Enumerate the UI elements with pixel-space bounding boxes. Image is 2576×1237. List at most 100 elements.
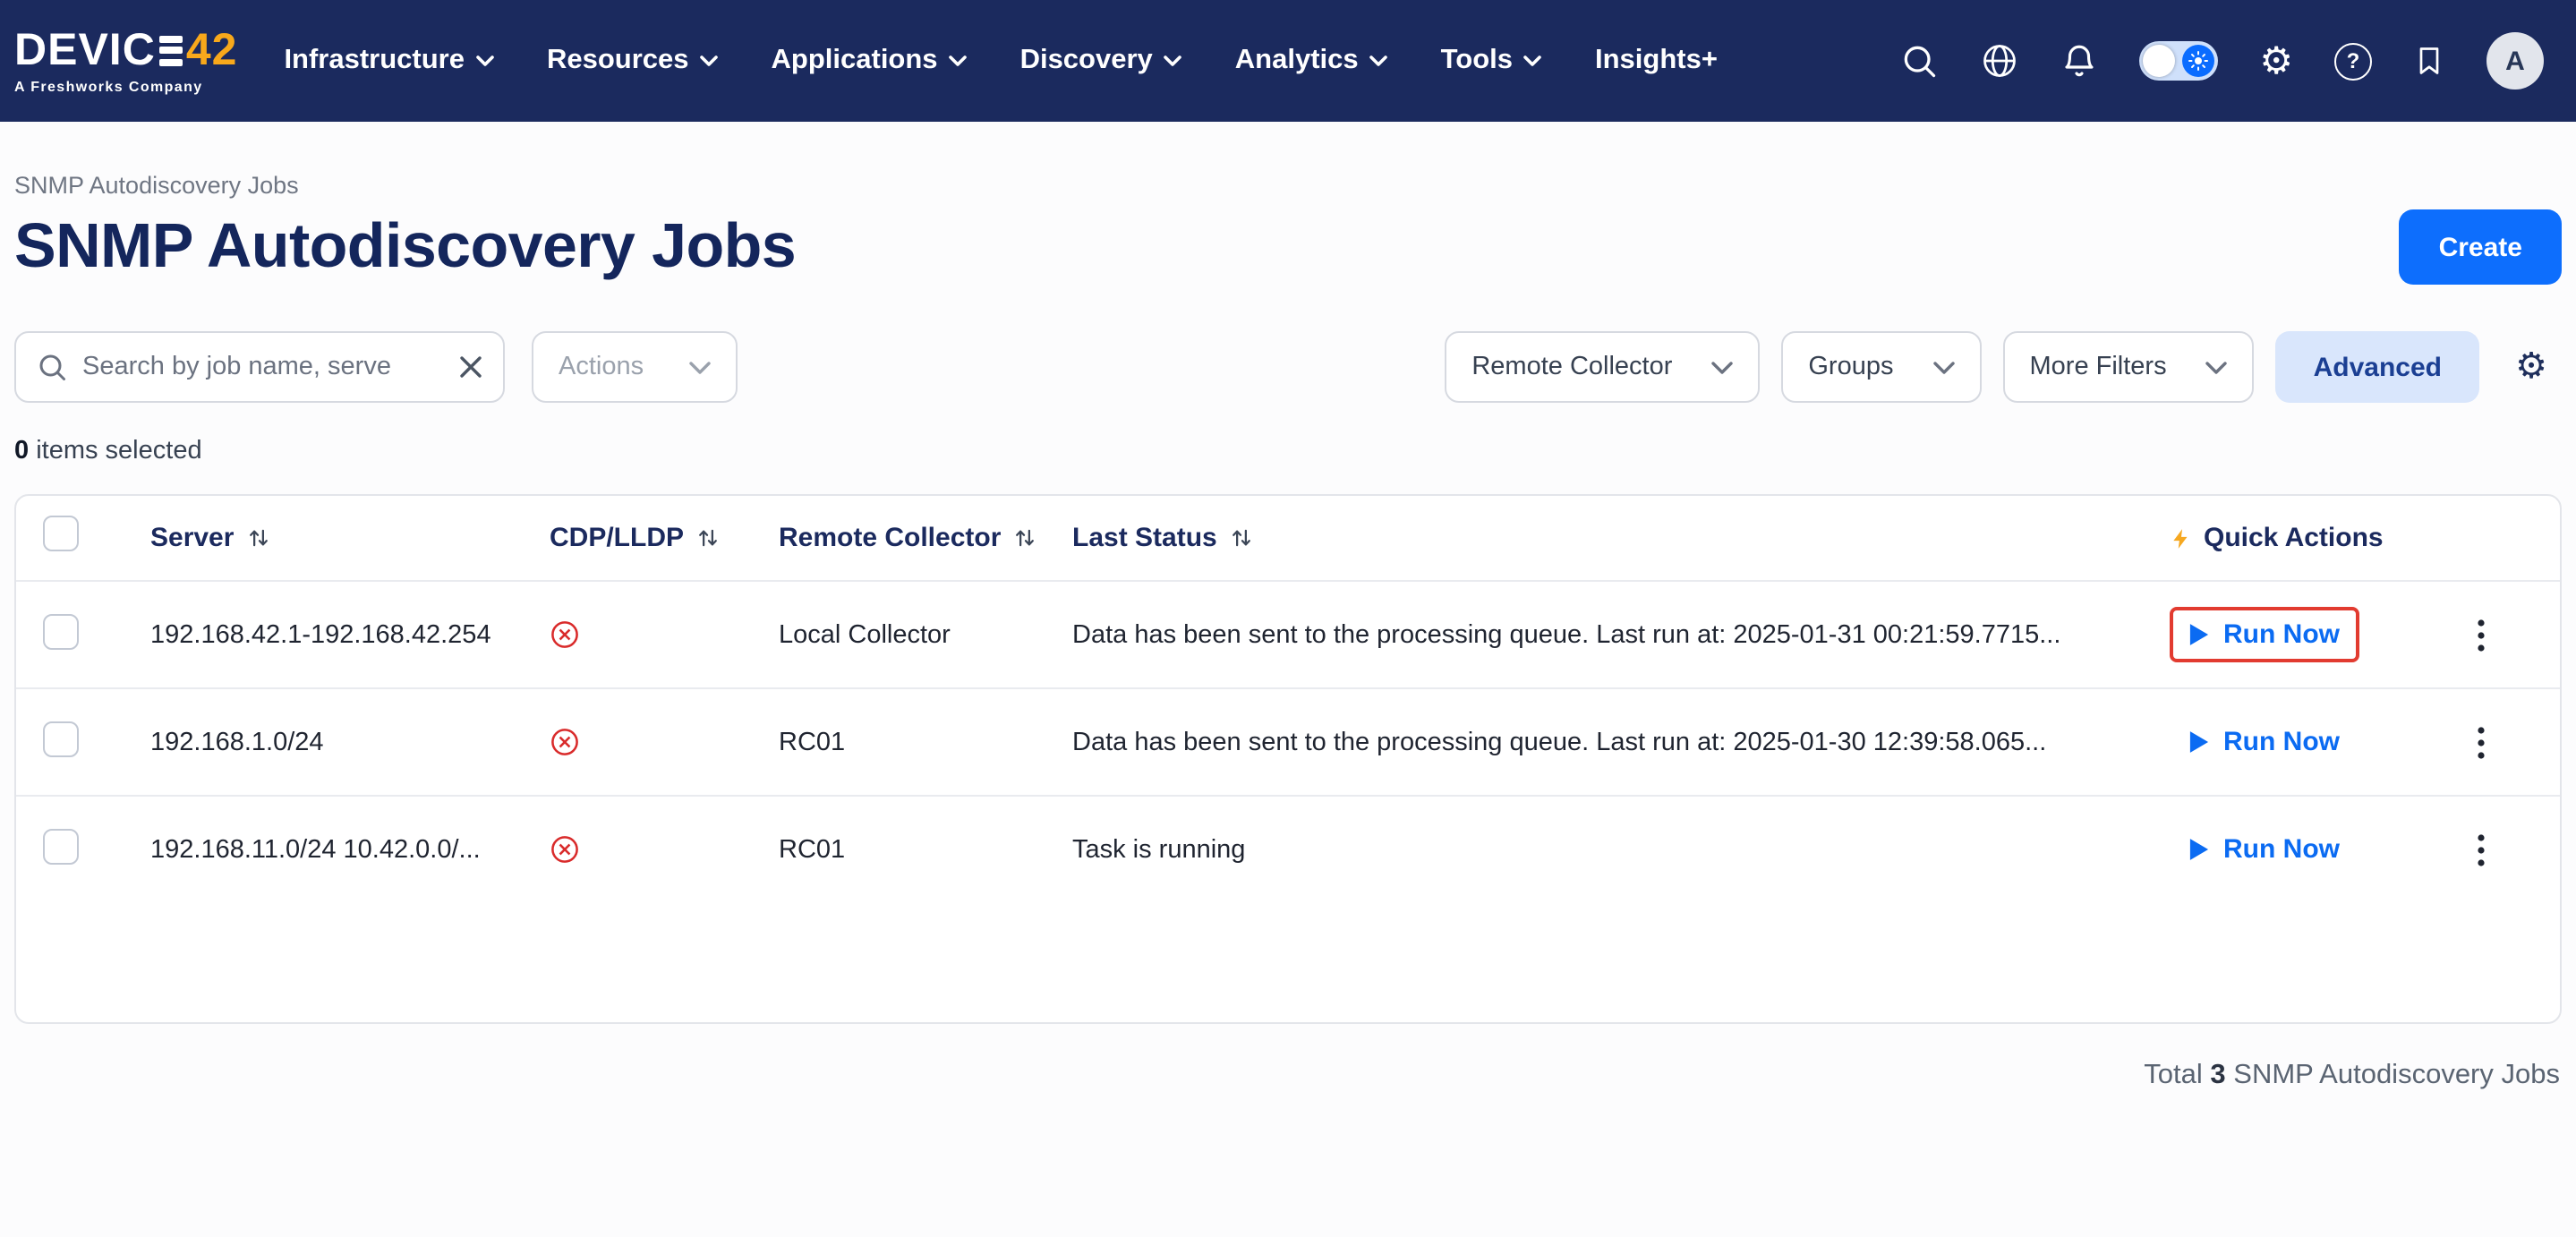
actions-dropdown-label: Actions bbox=[559, 353, 644, 381]
last-status-cell: Task is running bbox=[1072, 835, 2170, 864]
server-cell: 192.168.1.0/24 bbox=[150, 728, 550, 756]
select-all-cell bbox=[43, 516, 150, 560]
nav-utility-icons: ⚙ ? A bbox=[1899, 32, 2544, 90]
page-root: DEVIC 42 A Freshworks Company Infrastruc… bbox=[0, 0, 2576, 1237]
device42-logo[interactable]: DEVIC 42 A Freshworks Company bbox=[14, 28, 237, 94]
column-header-remote-collector[interactable]: Remote Collector bbox=[779, 523, 1072, 553]
nav-item-applications[interactable]: Applications bbox=[772, 45, 967, 77]
run-now-button[interactable]: Run Now bbox=[2170, 607, 2359, 662]
column-header-last-status[interactable]: Last Status bbox=[1072, 523, 2170, 553]
nav-item-insights-plus[interactable]: Insights+ bbox=[1595, 45, 1718, 77]
remote-collector-dropdown[interactable]: Remote Collector bbox=[1445, 331, 1760, 403]
breadcrumb[interactable]: SNMP Autodiscovery Jobs bbox=[14, 172, 2562, 199]
remote-collector-cell: RC01 bbox=[779, 835, 1072, 864]
advanced-button[interactable]: Advanced bbox=[2276, 331, 2479, 403]
run-now-label: Run Now bbox=[2223, 619, 2340, 650]
groups-dropdown[interactable]: Groups bbox=[1781, 331, 1981, 403]
more-filters-dropdown-label: More Filters bbox=[2030, 353, 2167, 381]
sort-icon[interactable] bbox=[1230, 526, 1253, 550]
run-now-label: Run Now bbox=[2223, 727, 2340, 757]
sort-icon[interactable] bbox=[246, 526, 269, 550]
nav-item-infrastructure[interactable]: Infrastructure bbox=[284, 45, 493, 77]
kebab-menu-icon[interactable] bbox=[2456, 610, 2506, 660]
cdp-lldp-cell bbox=[550, 727, 779, 757]
column-header-server[interactable]: Server bbox=[150, 523, 550, 553]
column-header-label: Quick Actions bbox=[2204, 523, 2384, 553]
chevron-down-icon bbox=[689, 361, 711, 373]
create-button[interactable]: Create bbox=[2400, 209, 2562, 285]
server-cell: 192.168.11.0/24 10.42.0.0/... bbox=[150, 835, 550, 864]
remote-collector-cell: Local Collector bbox=[779, 620, 1072, 649]
row-checkbox[interactable] bbox=[43, 613, 79, 649]
row-checkbox[interactable] bbox=[43, 721, 79, 756]
circle-x-disabled-icon bbox=[550, 619, 580, 650]
quick-actions-cell: Run Now bbox=[2170, 822, 2456, 877]
nav-item-discovery[interactable]: Discovery bbox=[1020, 45, 1181, 77]
bookmark-icon[interactable] bbox=[2413, 41, 2445, 81]
cdp-lldp-cell bbox=[550, 834, 779, 865]
column-header-label: Server bbox=[150, 523, 234, 553]
row-select-cell bbox=[43, 828, 150, 871]
run-now-label: Run Now bbox=[2223, 834, 2340, 865]
run-now-button[interactable]: Run Now bbox=[2170, 822, 2359, 877]
nav-item-label: Analytics bbox=[1235, 45, 1359, 77]
actions-dropdown[interactable]: Actions bbox=[532, 331, 738, 403]
more-filters-dropdown[interactable]: More Filters bbox=[2003, 331, 2255, 403]
sort-icon[interactable] bbox=[1013, 526, 1036, 550]
last-status-cell: Data has been sent to the processing que… bbox=[1072, 620, 2170, 649]
cdp-lldp-cell bbox=[550, 619, 779, 650]
theme-toggle-knob-icon bbox=[2143, 45, 2175, 77]
top-navigation-bar: DEVIC 42 A Freshworks Company Infrastruc… bbox=[0, 0, 2576, 122]
kebab-menu-icon[interactable] bbox=[2456, 717, 2506, 767]
globe-icon[interactable] bbox=[1980, 41, 2019, 81]
nav-item-label: Applications bbox=[772, 45, 938, 77]
column-header-label: Last Status bbox=[1072, 523, 1217, 553]
nav-item-label: Insights+ bbox=[1595, 45, 1718, 77]
user-avatar[interactable]: A bbox=[2486, 32, 2544, 90]
search-icon[interactable] bbox=[1899, 41, 1939, 81]
last-status-cell: Data has been sent to the processing que… bbox=[1072, 728, 2170, 756]
table-row: 192.168.42.1-192.168.42.254 Local Collec… bbox=[16, 580, 2560, 687]
total-count-line: Total 3 SNMP Autodiscovery Jobs bbox=[14, 1060, 2562, 1092]
row-checkbox[interactable] bbox=[43, 828, 79, 864]
notifications-bell-icon[interactable] bbox=[2060, 41, 2098, 81]
table-settings-button[interactable]: ⚙ bbox=[2501, 331, 2562, 403]
kebab-menu-icon[interactable] bbox=[2456, 824, 2506, 874]
chevron-down-icon bbox=[2206, 361, 2228, 373]
quick-actions-cell: Run Now bbox=[2170, 607, 2456, 662]
title-row: SNMP Autodiscovery Jobs Create bbox=[14, 209, 2562, 285]
chevron-down-icon bbox=[475, 55, 493, 66]
gear-icon: ⚙ bbox=[2515, 349, 2547, 385]
nav-item-label: Infrastructure bbox=[284, 45, 465, 77]
run-now-button[interactable]: Run Now bbox=[2170, 714, 2359, 770]
device42-logo-text: DEVIC 42 bbox=[14, 28, 237, 73]
search-box bbox=[14, 331, 505, 403]
selection-label: items selected bbox=[29, 437, 201, 465]
column-header-label: Remote Collector bbox=[779, 523, 1001, 553]
total-suffix: SNMP Autodiscovery Jobs bbox=[2226, 1060, 2560, 1090]
filter-bar: Actions Remote Collector Groups More Fil… bbox=[14, 331, 2562, 403]
total-label: Total bbox=[2144, 1060, 2203, 1090]
theme-toggle[interactable] bbox=[2139, 41, 2218, 81]
settings-gear-icon[interactable]: ⚙ bbox=[2259, 42, 2293, 80]
select-all-checkbox[interactable] bbox=[43, 516, 79, 551]
remote-collector-cell: RC01 bbox=[779, 728, 1072, 756]
nav-item-resources[interactable]: Resources bbox=[547, 45, 718, 77]
chevron-down-icon bbox=[1523, 55, 1541, 66]
column-header-cdp-lldp[interactable]: CDP/LLDP bbox=[550, 523, 779, 553]
chevron-down-icon bbox=[1164, 55, 1181, 66]
row-select-cell bbox=[43, 613, 150, 656]
sort-icon[interactable] bbox=[696, 526, 720, 550]
column-header-quick-actions: Quick Actions bbox=[2170, 523, 2456, 553]
help-icon[interactable]: ? bbox=[2334, 42, 2372, 80]
row-menu-cell bbox=[2456, 610, 2538, 660]
nav-item-tools[interactable]: Tools bbox=[1441, 45, 1541, 77]
selection-count: 0 bbox=[14, 437, 29, 465]
clear-search-icon[interactable] bbox=[458, 354, 483, 380]
nav-item-analytics[interactable]: Analytics bbox=[1235, 45, 1387, 77]
total-count: 3 bbox=[2210, 1060, 2225, 1090]
search-icon bbox=[36, 351, 68, 383]
search-input[interactable] bbox=[82, 353, 444, 381]
nav-item-label: Discovery bbox=[1020, 45, 1153, 77]
circle-x-disabled-icon bbox=[550, 834, 580, 865]
